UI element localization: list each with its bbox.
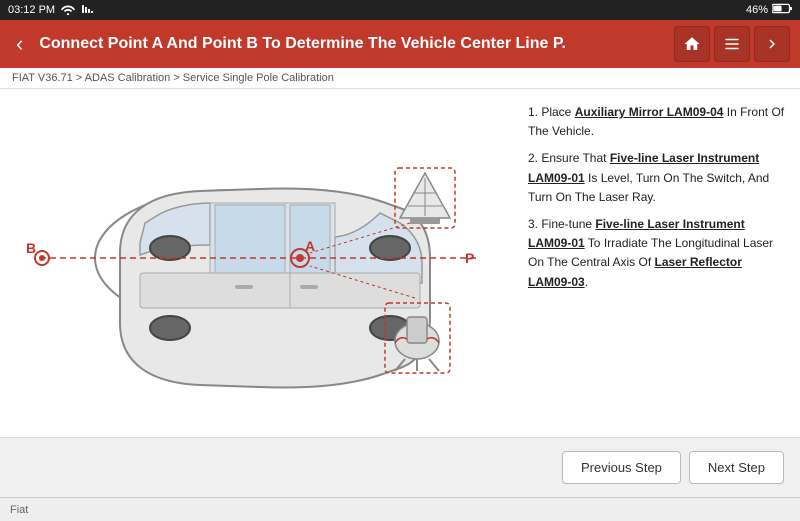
menu-button[interactable] xyxy=(714,26,750,62)
status-bar: 03:12 PM 46% xyxy=(0,0,800,20)
car-diagram: B A P xyxy=(20,103,500,423)
battery-icon xyxy=(772,3,792,17)
battery-percent: 46% xyxy=(746,4,768,16)
step1-item: Auxiliary Mirror LAM09-04 xyxy=(575,105,724,119)
home-button[interactable] xyxy=(674,26,710,62)
instructions-area: 1. Place Auxiliary Mirror LAM09-04 In Fr… xyxy=(520,89,800,437)
share-button[interactable] xyxy=(754,26,790,62)
sim-icon xyxy=(81,3,93,18)
svg-text:A: A xyxy=(305,238,315,254)
svg-text:P: P xyxy=(465,250,474,266)
step1-text: 1. Place Auxiliary Mirror LAM09-04 In Fr… xyxy=(528,103,788,141)
wifi-icon xyxy=(61,3,75,18)
step3-text: 3. Fine-tune Five-line Laser Instrument … xyxy=(528,215,788,292)
header-icons xyxy=(674,26,790,62)
step3-item: Five-line Laser Instrument LAM09-01 xyxy=(528,217,745,250)
step2-item: Five-line Laser Instrument LAM09-01 xyxy=(528,151,759,184)
main-content: B A P xyxy=(0,89,800,437)
header: ‹ Connect Point A And Point B To Determi… xyxy=(0,20,800,68)
step3-item2: Laser Reflector LAM09-03 xyxy=(528,255,742,288)
back-button[interactable]: ‹ xyxy=(10,27,29,61)
breadcrumb-text: FIAT V36.71 > ADAS Calibration > Service… xyxy=(12,72,334,84)
time-display: 03:12 PM xyxy=(8,4,55,16)
footer: Previous Step Next Step xyxy=(0,437,800,497)
brand-label: Fiat xyxy=(10,504,28,516)
status-right: 46% xyxy=(746,3,792,17)
bottom-bar: Fiat xyxy=(0,497,800,521)
breadcrumb: FIAT V36.71 > ADAS Calibration > Service… xyxy=(0,68,800,89)
step2-text: 2. Ensure That Five-line Laser Instrumen… xyxy=(528,149,788,207)
previous-step-button[interactable]: Previous Step xyxy=(562,451,681,484)
svg-text:B: B xyxy=(26,240,36,256)
next-step-button[interactable]: Next Step xyxy=(689,451,784,484)
status-left: 03:12 PM xyxy=(8,3,93,18)
header-title: Connect Point A And Point B To Determine… xyxy=(39,35,664,53)
diagram-area: B A P xyxy=(0,89,520,437)
